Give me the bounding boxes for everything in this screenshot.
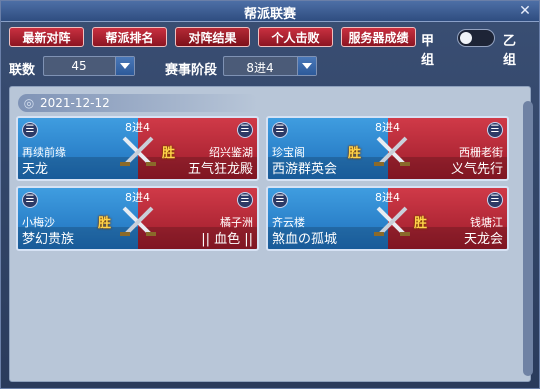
count-value: 45 [71, 59, 87, 73]
menu-icon[interactable]: ☰ [487, 192, 503, 208]
filter-row: 联数 45 赛事阶段 8进4 [1, 56, 540, 80]
match-card[interactable]: 8进4 ☰ ☰ 珍宝阁 西栅老街 西游群英会 义气先行 胜 [266, 116, 509, 181]
win-mark: 胜 [414, 216, 428, 231]
left-team: 西游群英会 [272, 162, 338, 177]
match-stage: 8进4 [125, 121, 150, 134]
crossed-swords-icon [374, 206, 410, 236]
count-label: 联数 [9, 63, 36, 78]
stage-label: 赛事阶段 [165, 63, 218, 78]
menu-icon[interactable]: ☰ [22, 122, 38, 138]
crossed-swords-icon [374, 136, 410, 166]
win-mark: 胜 [98, 216, 112, 231]
date-text: 2021-12-12 [40, 96, 110, 110]
left-team: 天龙 [22, 162, 49, 177]
win-mark: 胜 [162, 146, 176, 161]
win-mark: 胜 [348, 146, 362, 161]
left-team: 煞血の孤城 [272, 232, 338, 247]
menu-icon[interactable]: ☰ [272, 122, 288, 138]
scrollbar[interactable] [523, 101, 533, 376]
match-card[interactable]: 8进4 ☰ ☰ 小梅沙 橘子洲 梦幻贵族 || 血色 || 胜 [16, 186, 259, 251]
tab-server[interactable]: 服务器成绩 [341, 27, 416, 47]
date-header: ◎ 2021-12-12 [18, 94, 258, 112]
match-stage: 8进4 [375, 191, 400, 204]
left-team: 梦幻贵族 [22, 232, 75, 247]
right-team: 五气狂龙殿 [187, 162, 253, 177]
tab-results[interactable]: 对阵结果 [175, 27, 250, 47]
stage-value: 8进4 [246, 61, 274, 75]
switch-knob [460, 32, 472, 44]
stage-select[interactable]: 8进4 [223, 56, 317, 76]
menu-icon[interactable]: ☰ [272, 192, 288, 208]
group-switch[interactable] [457, 29, 495, 47]
right-team: 天龙会 [463, 232, 503, 247]
results-panel: ◎ 2021-12-12 8进4 ☰ ☰ 再续前缘 绍兴鉴湖 天龙 五气狂龙殿 … [9, 86, 531, 382]
count-select[interactable]: 45 [43, 56, 135, 76]
swirl-icon: ◎ [23, 96, 35, 110]
right-team: || 血色 || [201, 232, 253, 247]
tab-personal[interactable]: 个人击败 [258, 27, 333, 47]
close-icon[interactable]: ✕ [517, 3, 533, 19]
match-stage: 8进4 [375, 121, 400, 134]
chevron-down-icon[interactable] [115, 57, 134, 75]
chevron-down-icon[interactable] [297, 57, 316, 75]
menu-icon[interactable]: ☰ [487, 122, 503, 138]
window: 帮派联赛 ✕ 最新对阵 帮派排名 对阵结果 个人击败 服务器成绩 甲组 乙组 联… [0, 0, 540, 389]
title-bar: 帮派联赛 ✕ [1, 1, 539, 22]
tab-latest[interactable]: 最新对阵 [9, 27, 84, 47]
window-title: 帮派联赛 [243, 7, 296, 22]
menu-icon[interactable]: ☰ [237, 122, 253, 138]
tab-ranking[interactable]: 帮派排名 [92, 27, 167, 47]
crossed-swords-icon [120, 136, 156, 166]
match-card[interactable]: 8进4 ☰ ☰ 再续前缘 绍兴鉴湖 天龙 五气狂龙殿 胜 [16, 116, 259, 181]
right-team: 义气先行 [450, 162, 503, 177]
crossed-swords-icon [120, 206, 156, 236]
match-card[interactable]: 8进4 ☰ ☰ 齐云楼 钱塘江 煞血の孤城 天龙会 胜 [266, 186, 509, 251]
menu-icon[interactable]: ☰ [22, 192, 38, 208]
menu-icon[interactable]: ☰ [237, 192, 253, 208]
match-stage: 8进4 [125, 191, 150, 204]
